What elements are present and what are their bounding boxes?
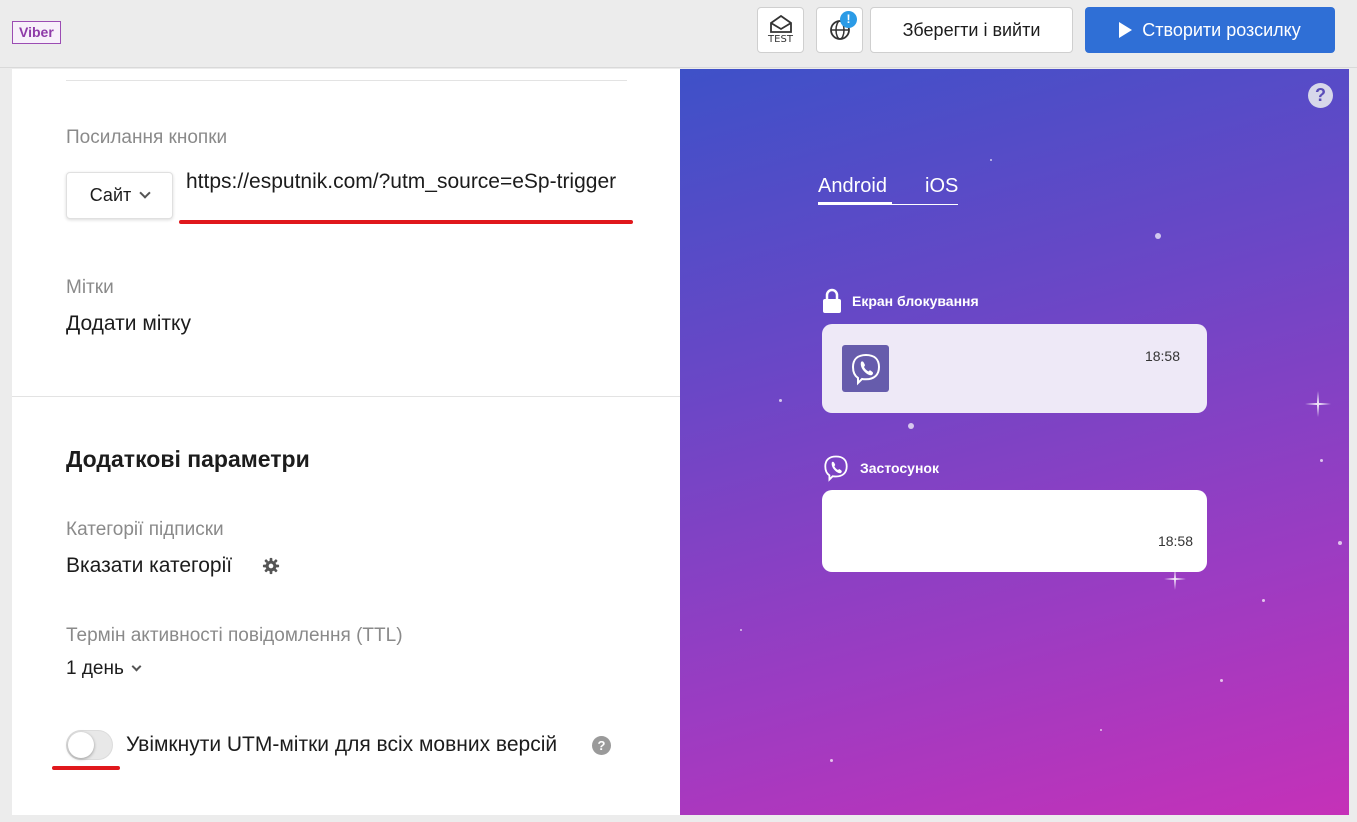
app-label: Застосунок bbox=[860, 460, 939, 476]
top-bar: Viber TEST ! Зберегти і вийти Створити р… bbox=[0, 0, 1357, 68]
alert-badge: ! bbox=[840, 11, 857, 28]
button-link-label: Посилання кнопки bbox=[66, 127, 228, 148]
create-campaign-label: Створити розсилку bbox=[1142, 19, 1301, 40]
channel-badge: Viber bbox=[12, 21, 61, 44]
divider bbox=[12, 396, 680, 397]
test-send-button[interactable]: TEST bbox=[757, 7, 804, 53]
sparkle-icon bbox=[1305, 391, 1331, 417]
app-caption: Застосунок bbox=[822, 454, 939, 482]
gear-icon[interactable] bbox=[262, 557, 280, 575]
viber-logo-icon bbox=[851, 353, 880, 385]
star bbox=[1338, 541, 1342, 545]
toggle-knob bbox=[68, 732, 94, 758]
app-notification: 18:58 bbox=[822, 490, 1207, 572]
star bbox=[1220, 679, 1223, 682]
create-campaign-button[interactable]: Створити розсилку bbox=[1085, 7, 1335, 53]
star bbox=[740, 629, 742, 631]
add-tag-link[interactable]: Додати мітку bbox=[66, 312, 191, 336]
star bbox=[1155, 233, 1161, 239]
lock-screen-label: Екран блокування bbox=[852, 293, 979, 309]
help-icon[interactable]: ? bbox=[592, 736, 611, 755]
highlight-underline bbox=[179, 220, 633, 224]
envelope-open-icon bbox=[769, 15, 792, 33]
lock-screen-caption: Екран блокування bbox=[822, 288, 979, 314]
help-icon[interactable]: ? bbox=[1308, 83, 1333, 108]
save-and-exit-button[interactable]: Зберегти і вийти bbox=[870, 7, 1073, 53]
ttl-label: Термін активності повідомлення (TTL) bbox=[66, 625, 403, 646]
ttl-select[interactable]: 1 день bbox=[66, 658, 142, 680]
tab-android[interactable]: Android bbox=[818, 175, 892, 205]
test-label: TEST bbox=[768, 34, 793, 45]
button-url-field[interactable]: https://esputnik.com/?utm_source=eSp-tri… bbox=[186, 169, 626, 223]
languages-button[interactable]: ! bbox=[816, 7, 863, 53]
utm-toggle[interactable] bbox=[66, 730, 113, 760]
additional-params-title: Додаткові параметри bbox=[66, 446, 310, 472]
platform-tabs: Android iOS bbox=[818, 175, 958, 205]
lock-screen-notification: 18:58 bbox=[822, 324, 1207, 413]
app-time: 18:58 bbox=[1157, 533, 1193, 549]
star bbox=[1320, 459, 1323, 462]
star bbox=[779, 399, 782, 402]
highlight-underline bbox=[52, 766, 120, 770]
chevron-down-icon bbox=[139, 187, 151, 199]
message-preview: ? Android iOS Екран блокування 18:58 Зас… bbox=[680, 69, 1349, 815]
viber-logo-icon bbox=[824, 455, 848, 482]
link-type-select[interactable]: Сайт bbox=[66, 172, 173, 219]
link-type-value: Сайт bbox=[89, 185, 132, 205]
star bbox=[908, 423, 914, 429]
viber-app-icon bbox=[842, 345, 889, 392]
ttl-value: 1 день bbox=[66, 658, 124, 679]
utm-toggle-label: Увімкнути UTM-мітки для всіх мовних верс… bbox=[126, 733, 558, 756]
play-icon bbox=[1119, 22, 1133, 38]
tags-label: Мітки bbox=[66, 277, 114, 298]
lock-icon bbox=[823, 288, 841, 313]
star bbox=[1100, 729, 1102, 731]
specify-categories-link[interactable]: Вказати категорії bbox=[66, 554, 232, 578]
categories-label: Категорії підписки bbox=[66, 519, 224, 540]
star bbox=[990, 159, 992, 161]
divider bbox=[66, 80, 627, 81]
lock-time: 18:58 bbox=[1144, 348, 1180, 364]
star bbox=[830, 759, 833, 762]
tab-ios[interactable]: iOS bbox=[892, 175, 958, 205]
settings-panel: Посилання кнопки Сайт https://esputnik.c… bbox=[12, 69, 680, 815]
star bbox=[1262, 599, 1265, 602]
chevron-down-icon bbox=[131, 661, 142, 672]
